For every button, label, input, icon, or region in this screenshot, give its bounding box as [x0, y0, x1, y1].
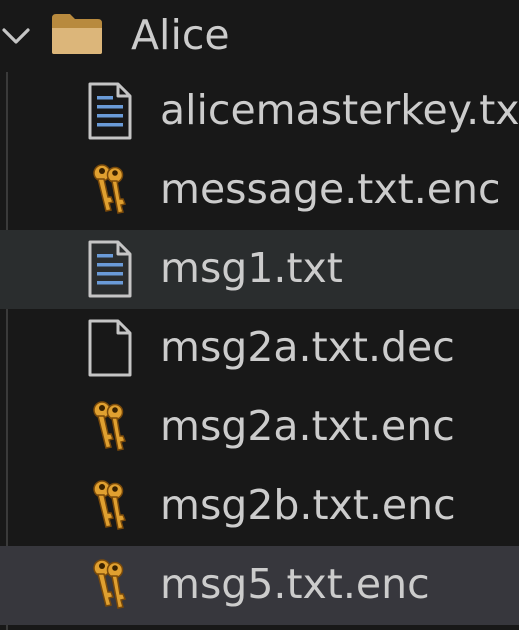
keys-icon [84, 556, 134, 614]
file-label: msg2a.txt.dec [160, 323, 455, 371]
keys-icon [84, 161, 134, 219]
file-label: alicemasterkey.txt [160, 86, 519, 134]
keys-icon [84, 398, 134, 456]
file-explorer-tree: Alice alicemasterkey.txt message.txt.enc… [0, 0, 519, 630]
text-file-icon [84, 82, 134, 140]
file-item-msg1[interactable]: msg1.txt [0, 230, 519, 309]
file-item-msg2b-enc[interactable]: msg2b.txt.enc [0, 467, 519, 546]
folder-label: Alice [131, 11, 230, 59]
chevron-down-icon[interactable] [0, 16, 36, 56]
file-item-message-enc[interactable]: message.txt.enc [0, 151, 519, 230]
file-label: msg2a.txt.enc [160, 402, 455, 450]
folder-row-alice[interactable]: Alice [0, 0, 519, 72]
folder-open-icon [52, 14, 102, 54]
file-item-msg2a-enc[interactable]: msg2a.txt.enc [0, 388, 519, 467]
text-file-icon [84, 240, 134, 298]
file-item-alicemasterkey[interactable]: alicemasterkey.txt [0, 72, 519, 151]
file-label: msg1.txt [160, 244, 343, 292]
file-label: msg2b.txt.enc [160, 481, 456, 529]
file-label: message.txt.enc [160, 165, 501, 213]
file-item-msg5-enc[interactable]: msg5.txt.enc [0, 546, 519, 625]
file-label: msg5.txt.enc [160, 560, 430, 608]
file-item-msg2a-dec[interactable]: msg2a.txt.dec [0, 309, 519, 388]
blank-file-icon [84, 319, 134, 377]
keys-icon [84, 477, 134, 535]
